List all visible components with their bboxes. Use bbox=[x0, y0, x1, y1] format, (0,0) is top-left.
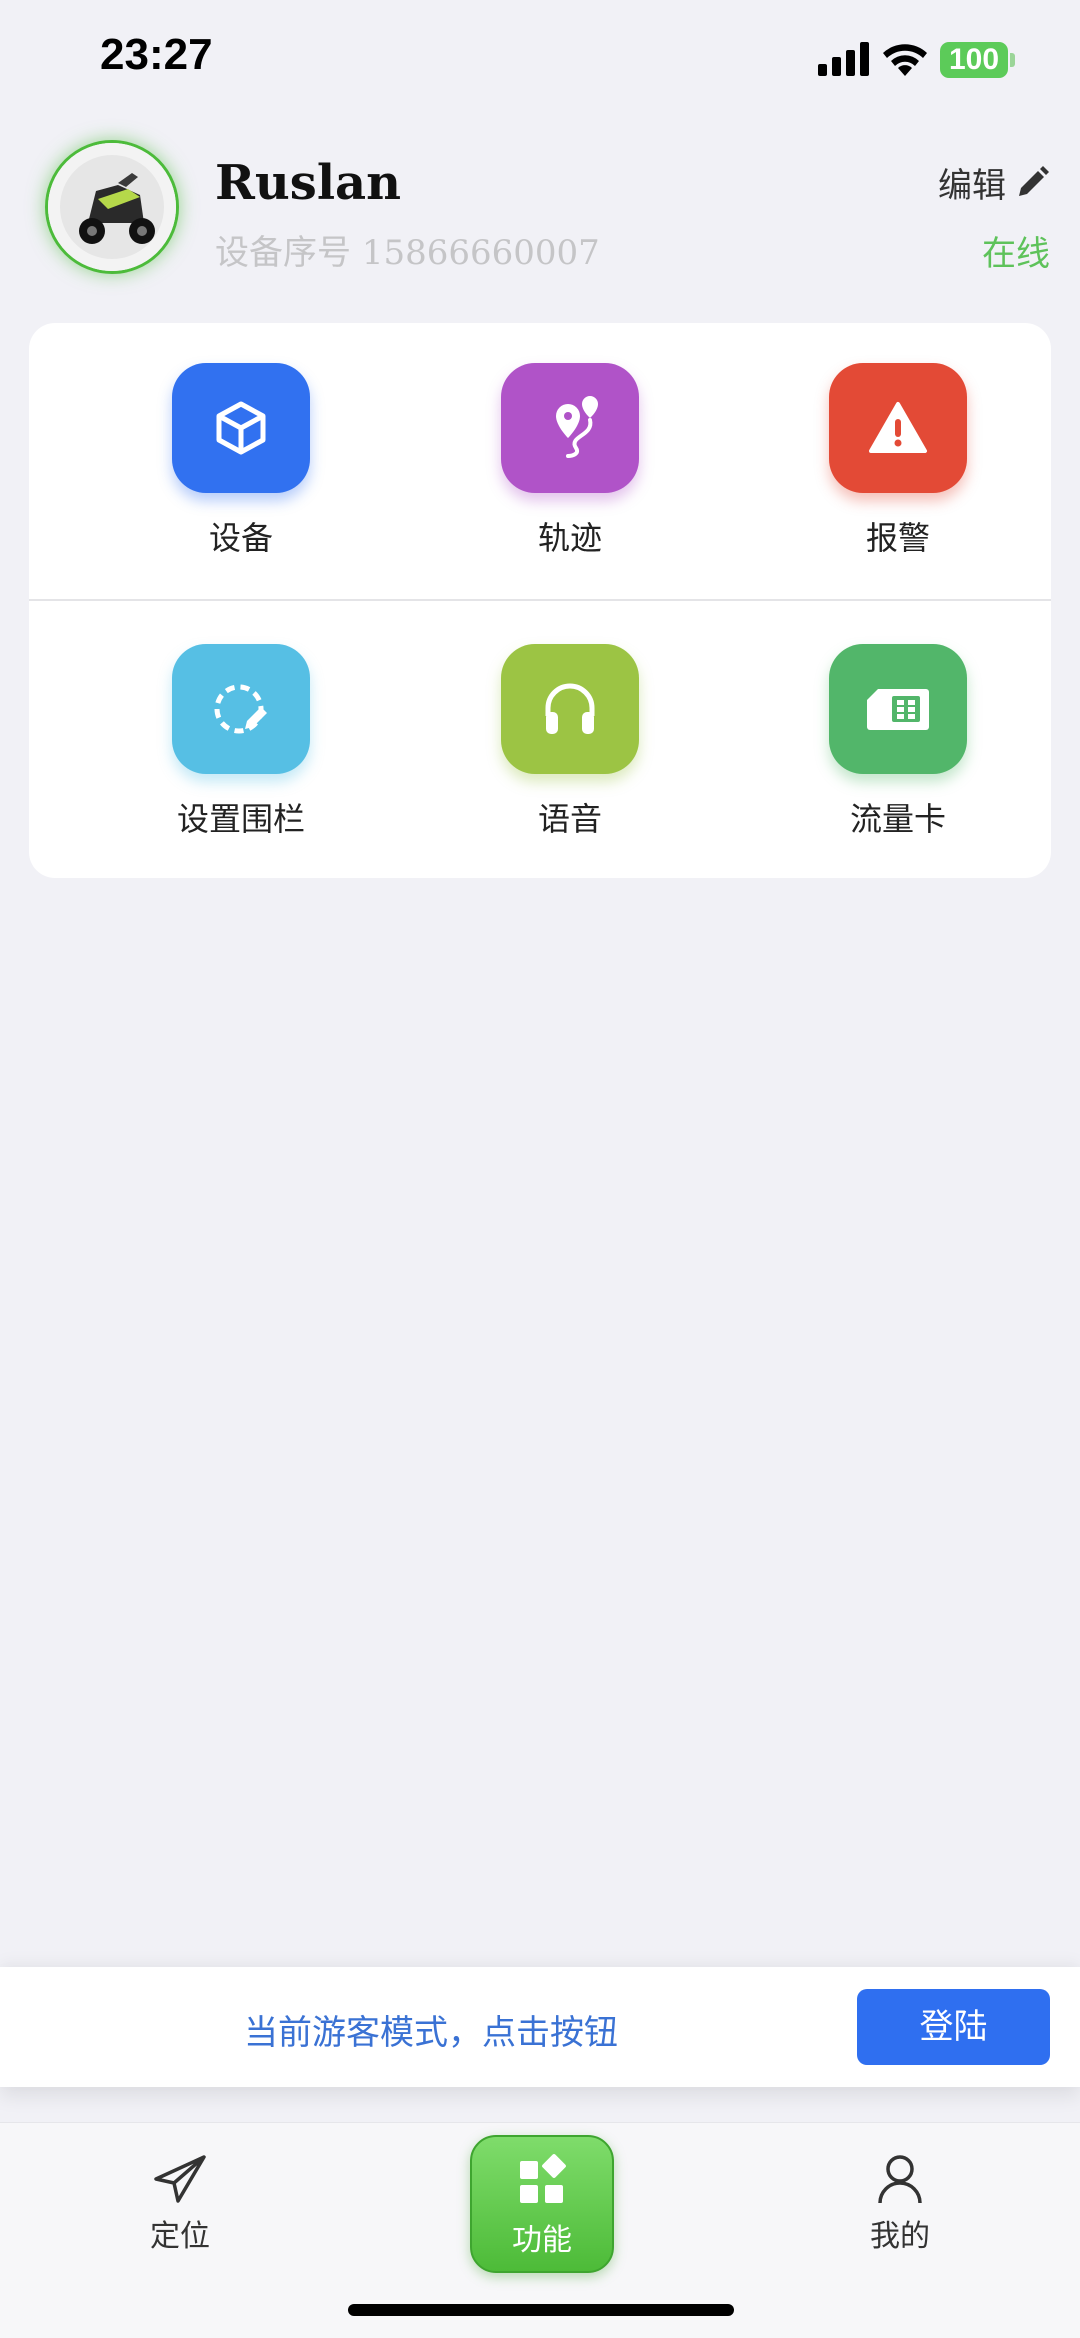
headphones-icon bbox=[545, 683, 595, 734]
guest-mode-banner: 当前游客模式，点击按钮 登陆 bbox=[0, 1967, 1080, 2087]
login-button[interactable]: 登陆 bbox=[857, 1989, 1050, 2065]
menu-item-track[interactable]: 轨迹 bbox=[460, 363, 680, 563]
menu-item-device-tile bbox=[172, 363, 310, 493]
device-serial: 设备序号 15866660007 bbox=[215, 225, 600, 274]
scooter-image bbox=[48, 143, 176, 271]
avatar[interactable] bbox=[45, 140, 179, 274]
tab-location[interactable]: 定位 bbox=[130, 2153, 230, 2255]
menu-item-fence[interactable]: 设置围栏 bbox=[131, 644, 351, 844]
menu-item-sim-card[interactable]: 流量卡 bbox=[788, 644, 1008, 844]
tab-functions[interactable]: 功能 bbox=[470, 2135, 614, 2273]
menu-item-alarm-tile bbox=[829, 363, 967, 493]
wifi-icon bbox=[883, 44, 927, 76]
menu-item-label: 设备 bbox=[208, 519, 273, 557]
tab-label: 功能 bbox=[512, 2223, 572, 2258]
menu-item-label: 报警 bbox=[865, 519, 930, 557]
menu-item-label: 流量卡 bbox=[849, 800, 946, 838]
pencil-icon bbox=[1019, 165, 1049, 196]
tab-label: 我的 bbox=[870, 2219, 930, 2254]
menu-item-label: 语音 bbox=[537, 800, 602, 838]
device-serial-label: 设备序号 bbox=[215, 233, 351, 273]
menu-item-voice[interactable]: 语音 bbox=[460, 644, 680, 844]
edit-label: 编辑 bbox=[938, 166, 1006, 206]
paper-plane-icon bbox=[154, 2155, 206, 2203]
tab-mine[interactable]: 我的 bbox=[850, 2153, 950, 2255]
battery-indicator: 100 bbox=[940, 42, 1008, 78]
status-bar: 23:27 100 bbox=[0, 0, 1080, 120]
menu-item-sim-card-tile bbox=[829, 644, 967, 774]
menu-item-label: 设置围栏 bbox=[176, 800, 305, 838]
menu-item-device[interactable]: 设备 bbox=[131, 363, 351, 563]
function-grid: 设备 轨迹 报警 设置围栏 语音 流量卡 bbox=[29, 323, 1051, 878]
menu-item-fence-tile bbox=[172, 644, 310, 774]
tab-label: 定位 bbox=[150, 2219, 210, 2254]
apps-icon bbox=[520, 2154, 566, 2203]
cellular-signal-icon bbox=[818, 42, 869, 76]
battery-tip bbox=[1010, 53, 1015, 67]
menu-item-voice-tile bbox=[501, 644, 639, 774]
online-status: 在线 bbox=[982, 234, 1050, 274]
menu-item-label: 轨迹 bbox=[537, 519, 602, 557]
route-pin-icon bbox=[556, 396, 598, 458]
sim-card-icon bbox=[867, 689, 929, 730]
person-icon bbox=[878, 2155, 922, 2204]
guest-mode-text: 当前游客模式，点击按钮 bbox=[244, 2013, 618, 2053]
menu-item-track-tile bbox=[501, 363, 639, 493]
user-name: Ruslan bbox=[215, 155, 402, 211]
home-indicator bbox=[348, 2304, 734, 2316]
edit-button[interactable]: 编辑 bbox=[938, 158, 1050, 207]
status-time: 23:27 bbox=[100, 30, 213, 79]
menu-item-alarm[interactable]: 报警 bbox=[788, 363, 1008, 563]
warning-icon bbox=[869, 402, 927, 453]
fence-edit-icon bbox=[214, 684, 267, 734]
cube-icon bbox=[216, 401, 266, 455]
profile-header: Ruslan 设备序号 15866660007 编辑 在线 bbox=[0, 130, 1080, 290]
device-serial-number: 15866660007 bbox=[361, 233, 600, 273]
grid-divider bbox=[29, 599, 1051, 601]
